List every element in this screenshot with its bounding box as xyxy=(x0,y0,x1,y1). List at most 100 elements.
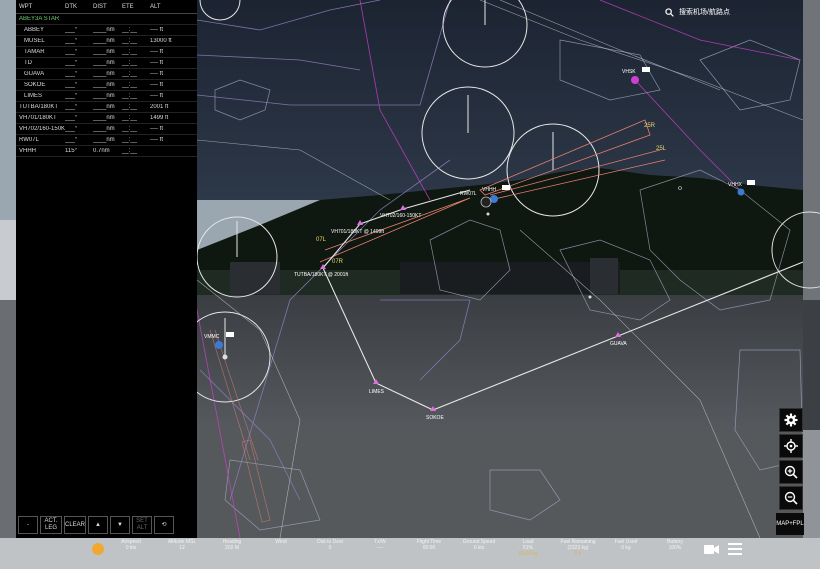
alt-cell: ---- ft xyxy=(150,60,163,66)
ete-cell: __:__ xyxy=(122,27,138,33)
act-leg-button[interactable]: ACT. LEG xyxy=(40,516,62,534)
dist-cell: ____nm xyxy=(93,38,115,44)
stat-value-secondary: 0 h xyxy=(574,551,582,557)
fpl-row[interactable]: SOKOE ___° ____nm __:__ ---- ft xyxy=(16,80,197,91)
wp-vh701-label: VH701/180KT @ 1499ft xyxy=(331,229,385,235)
dist-cell: ____nm xyxy=(93,71,115,77)
gear-icon xyxy=(784,413,798,427)
stat-value: ---- xyxy=(376,545,384,551)
ete-cell: __:__ xyxy=(122,137,138,143)
stat-value: 202 M xyxy=(225,545,239,551)
alt-cell: ---- ft xyxy=(150,82,163,88)
link-button[interactable]: ⟲ xyxy=(154,516,174,534)
dtk-cell: ___° xyxy=(65,126,78,132)
move-down-button[interactable]: ▼ xyxy=(110,516,130,534)
fpl-row[interactable]: TAMAR ___° ____nm __:__ ---- ft xyxy=(16,47,197,58)
search-icon xyxy=(665,7,674,17)
wp-vh702-label: VH702/160-150KT xyxy=(380,213,421,219)
zoom-in-button[interactable] xyxy=(779,460,803,484)
waypoint-cell: TAMAR xyxy=(24,49,45,55)
settings-button[interactable] xyxy=(779,408,803,432)
wp-sokoe-label: SOKOE xyxy=(426,415,444,421)
alt-cell: ---- ft xyxy=(150,126,163,132)
stat-heading: Heading 202 M xyxy=(204,539,260,551)
dtk-cell: 115° xyxy=(65,148,77,154)
search-field[interactable]: 搜索机场/航路点 xyxy=(665,5,780,19)
dist-cell: 0.7nm xyxy=(93,148,110,154)
fpl-row[interactable]: TUTBA/180KT ___° ____nm __:__ 2001 ft xyxy=(16,102,197,113)
crosshair-icon xyxy=(784,439,798,453)
flight-plan-panel: WPT DTK DIST ETE ALT ABEY3A STAR ABBEY __… xyxy=(16,0,197,538)
ete-cell: __:__ xyxy=(122,60,138,66)
fpl-button-bar: - ACT. LEG CLEAR ▲ ▼ SET ALT ⟲ xyxy=(18,516,174,534)
dtk-cell: ___° xyxy=(65,82,78,88)
alt-cell: ---- ft xyxy=(150,27,163,33)
ete-cell: __:__ xyxy=(122,148,138,154)
alt-cell: 1499 ft xyxy=(150,115,169,121)
move-up-button[interactable]: ▲ xyxy=(88,516,108,534)
fpl-row[interactable]: GUAVA ___° ____nm __:__ ---- ft xyxy=(16,69,197,80)
fpl-row[interactable]: MUSEL ___° ____nm __:__ 13000 ft xyxy=(16,36,197,47)
dtk-cell: ___° xyxy=(65,115,78,121)
stat-ground-speed: Ground Speed 0 kts xyxy=(451,539,507,551)
fpl-row[interactable]: VH702/160-150KT ___° ____nm __:__ ---- ft xyxy=(16,124,197,135)
dtk-cell: ___° xyxy=(65,104,78,110)
center-button[interactable] xyxy=(779,434,803,458)
ete-cell: __:__ xyxy=(122,49,138,55)
ete-cell: __:__ xyxy=(122,38,138,44)
dist-cell: ____nm xyxy=(93,115,115,121)
fpl-row[interactable]: VH701/180KT ___° ____nm __:__ 1499 ft xyxy=(16,113,197,124)
act-leg-label: ACT. LEG xyxy=(44,518,58,531)
col-ete: ETE xyxy=(122,3,134,10)
stat-flight-time: Flight Time 00:00 xyxy=(401,539,457,551)
ete-cell: __:__ xyxy=(122,82,138,88)
fpl-row[interactable]: ABBEY ___° ____nm __:__ ---- ft xyxy=(16,25,197,36)
stat-value: 00:00 xyxy=(422,545,436,551)
stat-fuel-used: Fuel Used 0 kg xyxy=(598,539,654,551)
alt-cell: 13000 ft xyxy=(150,38,172,44)
set-alt-button[interactable]: SET ALT xyxy=(132,516,152,534)
waypoint-cell: VHHH xyxy=(19,148,37,154)
dtk-cell: ___° xyxy=(65,71,78,77)
clear-button[interactable]: CLEAR xyxy=(64,516,86,534)
waypoint-cell: TUTBA/180KT xyxy=(19,104,59,110)
waypoint-cell: VH701/180KT xyxy=(19,115,57,121)
fpl-procedure-row[interactable]: ABEY3A STAR xyxy=(16,14,197,25)
alt-cell: ---- ft xyxy=(150,71,163,77)
stat-value-secondary: 15.64 kg xyxy=(518,551,538,557)
zoom-in-icon xyxy=(784,465,798,479)
dist-cell: ____nm xyxy=(93,137,115,143)
dtk-cell: ___° xyxy=(65,60,78,66)
fpl-row[interactable]: TD ___° ____nm __:__ ---- ft xyxy=(16,58,197,69)
fpl-row[interactable]: LIMES ___° ____nm __:__ ---- ft xyxy=(16,91,197,102)
stat-value: 100% xyxy=(668,545,682,551)
waypoint-cell: GUAVA xyxy=(24,71,45,77)
airport-vhhh-label: VHHH xyxy=(482,187,497,193)
waypoint-cell: SOKOE xyxy=(24,82,46,88)
search-placeholder: 搜索机场/航路点 xyxy=(679,9,730,16)
dash-button[interactable]: - xyxy=(18,516,38,534)
stat-wind: Wind xyxy=(253,539,309,545)
stat-altitude-msl: Altitude MSL 12 xyxy=(154,539,210,551)
airport-vhhx-label: VHHX xyxy=(728,182,743,188)
stat-load: Load 51% 15.64 kg xyxy=(500,539,556,557)
rwy-rw07l-label: RW07L xyxy=(460,191,477,197)
col-dist: DIST xyxy=(93,3,107,10)
fpl-row[interactable]: VHHH 115° 0.7nm __:__ xyxy=(16,146,197,157)
stat-label: Wind xyxy=(275,539,287,545)
map-fpl-toggle[interactable]: MAP+FPL xyxy=(776,513,804,535)
waypoint-cell: MUSEL xyxy=(24,38,45,44)
fpl-row[interactable]: RW07L ___° ____nm __:__ ---- ft xyxy=(16,135,197,146)
dist-cell: ____nm xyxy=(93,49,115,55)
camera-icon[interactable] xyxy=(704,544,720,555)
alt-cell: ---- ft xyxy=(150,93,163,99)
stat-value: 0 kg xyxy=(621,545,631,551)
wp-limes-label: LIMES xyxy=(369,389,385,395)
menu-icon[interactable] xyxy=(728,543,742,555)
dist-cell: ____nm xyxy=(93,60,115,66)
dtk-cell: ___° xyxy=(65,137,78,143)
col-alt: ALT xyxy=(150,3,161,10)
stat-battery: Battery 100% xyxy=(647,539,703,551)
set-alt-label: SET ALT xyxy=(136,518,148,531)
zoom-out-button[interactable] xyxy=(779,486,803,510)
